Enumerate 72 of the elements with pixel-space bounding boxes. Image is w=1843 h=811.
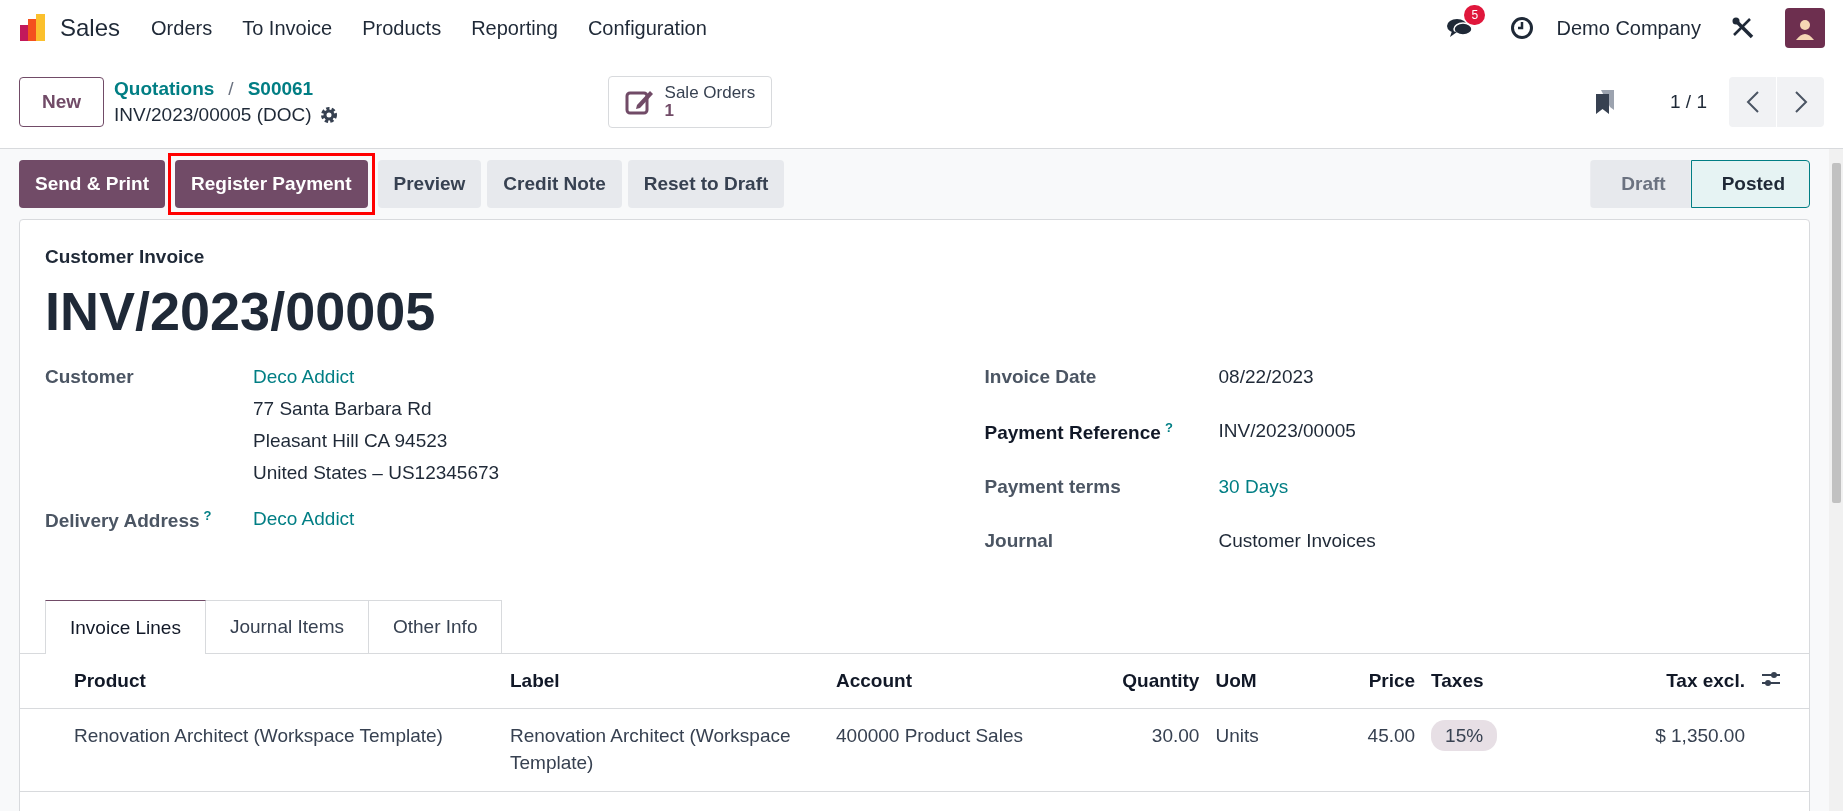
column-header[interactable]: Label [502, 654, 828, 709]
menu-item[interactable]: Products [347, 16, 457, 40]
app-logo-icon[interactable] [18, 13, 48, 43]
action-button[interactable]: Preview [377, 160, 482, 208]
action-button[interactable]: Credit Note [487, 160, 622, 208]
table-cell: $ 1,350.00 [1655, 725, 1745, 747]
previous-button[interactable] [1729, 77, 1776, 127]
breadcrumb-link[interactable]: S00061 [247, 78, 314, 100]
menu-item[interactable]: Orders [136, 16, 228, 40]
field-label: Invoice Date [984, 366, 1097, 387]
document-type-label: Customer Invoice [45, 246, 206, 268]
menu-item[interactable]: Reporting [456, 16, 573, 40]
bookmark-icon[interactable] [1594, 89, 1616, 115]
tools-icon[interactable] [1731, 16, 1755, 40]
new-button[interactable]: New [19, 77, 105, 127]
edit-icon [624, 88, 655, 116]
field-label: Journal [984, 530, 1054, 552]
menu-item[interactable]: To Invoice [227, 16, 348, 40]
scrollbar[interactable] [1829, 149, 1843, 811]
column-header[interactable]: Quantity [1044, 654, 1208, 709]
field-value: Customer Invoices [1218, 530, 1376, 553]
next-button[interactable] [1777, 77, 1824, 127]
status-step[interactable]: Posted [1690, 160, 1810, 208]
table-cell: 30.00 [1151, 725, 1200, 747]
sale-orders-smart-button[interactable]: Sale Orders 1 [607, 76, 773, 128]
column-header[interactable]: Tax excl. [1567, 654, 1753, 709]
column-header[interactable]: Account [828, 654, 1044, 709]
table-cell: 45.00 [1367, 725, 1416, 747]
field-value: INV/2023/00005 [1218, 420, 1356, 442]
clock-icon[interactable] [1510, 16, 1535, 40]
column-header[interactable]: Taxes [1423, 654, 1568, 709]
field-link[interactable]: Deco Addict [253, 366, 500, 388]
action-button[interactable]: Send & Print [19, 160, 165, 208]
field-label: Payment Reference [984, 422, 1161, 444]
field-link[interactable]: 30 Days [1218, 476, 1289, 499]
tax-tag: 15% [1431, 720, 1498, 752]
menu-item[interactable]: Configuration [572, 16, 722, 40]
address-line: Pleasant Hill CA 94523 [253, 430, 449, 452]
action-button[interactable]: Register Payment [175, 160, 368, 208]
invoice-number: INV/2023/00005 [45, 280, 437, 342]
column-header[interactable]: UoM [1207, 654, 1312, 709]
table-cell: Renovation Architect (Workspace Template) [74, 725, 443, 747]
action-button[interactable]: Reset to Draft [627, 160, 785, 208]
notebook-tab[interactable]: Other Info [367, 600, 503, 655]
notification-badge: 5 [1464, 5, 1486, 25]
field-label: Payment terms [984, 476, 1121, 498]
column-header[interactable]: Price [1311, 654, 1424, 709]
pager-value: 1 / 1 [1670, 91, 1707, 113]
address-line: 77 Santa Barbara Rd [253, 398, 433, 420]
field-link[interactable]: Deco Addict [253, 508, 355, 530]
table-cell: Units [1215, 725, 1259, 747]
field-label: Customer [45, 366, 134, 387]
column-settings-icon[interactable] [1761, 671, 1781, 688]
company-switcher[interactable]: Demo Company [1556, 16, 1701, 40]
app-name[interactable]: Sales [60, 14, 121, 42]
status-step[interactable]: Draft [1590, 160, 1691, 208]
user-avatar[interactable] [1785, 8, 1825, 48]
breadcrumb-separator: / [228, 78, 234, 100]
field-label: Delivery Address [45, 510, 200, 532]
gear-icon[interactable] [319, 106, 338, 124]
help-tooltip-icon[interactable]: ? [203, 508, 212, 523]
field-value: 08/22/2023 [1218, 366, 1314, 388]
help-tooltip-icon[interactable]: ? [1164, 420, 1173, 435]
chevron-left-icon [1745, 90, 1760, 114]
notebook-tab[interactable]: Invoice Lines [45, 600, 206, 655]
breadcrumb-link[interactable]: Quotations [114, 78, 215, 100]
record-name: INV/2023/00005 (DOC) [114, 104, 312, 126]
table-cell: 400000 Product Sales [836, 725, 1023, 747]
address-line: United States – US12345673 [253, 462, 500, 484]
column-header[interactable]: Product [66, 654, 502, 709]
table-cell: Renovation Architect (Workspace Template) [510, 725, 791, 773]
chevron-right-icon [1793, 90, 1808, 114]
